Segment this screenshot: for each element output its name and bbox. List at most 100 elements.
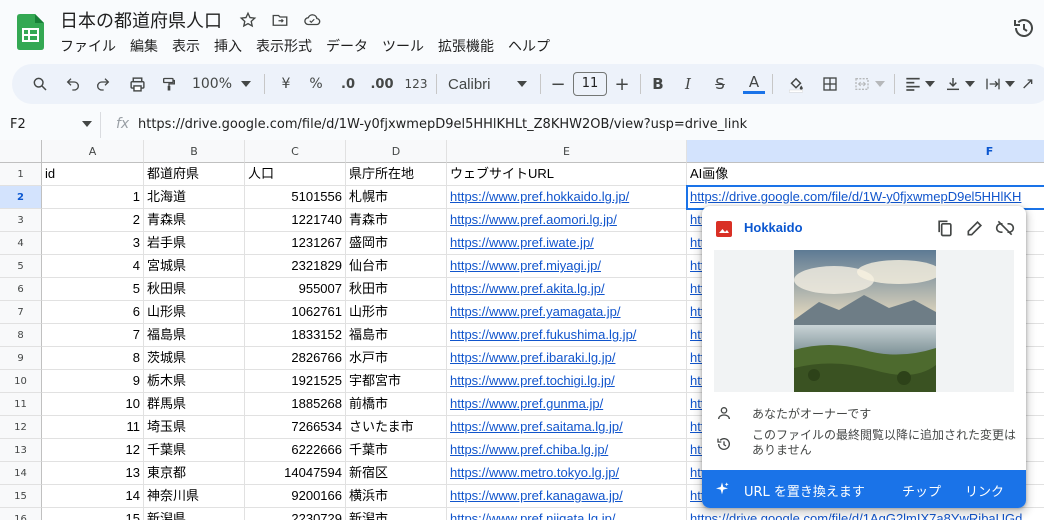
row-header[interactable]: 15 <box>0 485 42 508</box>
increase-font-size-button[interactable]: + <box>612 64 632 104</box>
header-cell[interactable]: 県庁所在地 <box>346 163 447 186</box>
currency-format-button[interactable]: ¥ <box>276 64 296 104</box>
table-cell[interactable]: 6 <box>42 301 144 324</box>
table-cell[interactable]: 8 <box>42 347 144 370</box>
menu-file[interactable]: ファイル <box>60 36 123 56</box>
select-all-corner[interactable] <box>0 140 42 163</box>
edit-link-icon[interactable] <box>965 218 985 238</box>
row-header[interactable]: 3 <box>0 209 42 232</box>
link-cell[interactable]: https://www.pref.ibaraki.lg.jp/ <box>447 347 687 370</box>
table-cell[interactable]: 2230729 <box>245 508 346 520</box>
table-cell[interactable]: 1221740 <box>245 209 346 232</box>
table-cell[interactable]: 14 <box>42 485 144 508</box>
row-header[interactable]: 9 <box>0 347 42 370</box>
table-cell[interactable]: 6222666 <box>245 439 346 462</box>
text-rotation-icon[interactable] <box>1018 64 1040 104</box>
menu-edit[interactable]: 編集 <box>130 36 165 56</box>
link-cell[interactable]: https://www.pref.iwate.jp/ <box>447 232 687 255</box>
link-cell[interactable]: https://www.pref.miyagi.jp/ <box>447 255 687 278</box>
table-cell[interactable]: 秋田県 <box>144 278 245 301</box>
table-cell[interactable]: 山形市 <box>346 301 447 324</box>
link-cell[interactable]: https://www.pref.kanagawa.jp/ <box>447 485 687 508</box>
vertical-align-icon[interactable] <box>942 64 964 104</box>
table-cell[interactable]: 9200166 <box>245 485 346 508</box>
table-cell[interactable]: 札幌市 <box>346 186 447 209</box>
horizontal-align-icon[interactable] <box>902 64 924 104</box>
menu-tools[interactable]: ツール <box>382 36 431 56</box>
link-button[interactable]: リンク <box>965 481 1004 500</box>
table-cell[interactable]: 1833152 <box>245 324 346 347</box>
bold-button[interactable]: B <box>648 64 668 104</box>
menu-help[interactable]: ヘルプ <box>508 36 557 56</box>
link-cell[interactable]: https://www.pref.hokkaido.lg.jp/ <box>447 186 687 209</box>
formula-input[interactable]: https://drive.google.com/file/d/1W-y0fjx… <box>138 117 747 132</box>
table-cell[interactable]: 水戸市 <box>346 347 447 370</box>
table-cell[interactable]: 5101556 <box>245 186 346 209</box>
table-cell[interactable]: さいたま市 <box>346 416 447 439</box>
table-cell[interactable]: 2826766 <box>245 347 346 370</box>
table-cell[interactable]: 宇都宮市 <box>346 370 447 393</box>
table-cell[interactable]: 千葉市 <box>346 439 447 462</box>
copy-link-icon[interactable] <box>935 218 955 238</box>
name-box[interactable]: F2 <box>10 117 26 132</box>
chevron-down-icon[interactable] <box>924 64 936 104</box>
table-cell[interactable]: 2 <box>42 209 144 232</box>
table-cell[interactable]: 群馬県 <box>144 393 245 416</box>
column-header-f[interactable]: F <box>687 140 1044 163</box>
strikethrough-button[interactable]: S <box>710 64 730 104</box>
row-header[interactable]: 14 <box>0 462 42 485</box>
borders-icon[interactable] <box>818 64 842 104</box>
row-header[interactable]: 1 <box>0 163 42 186</box>
table-cell[interactable]: 盛岡市 <box>346 232 447 255</box>
row-header[interactable]: 10 <box>0 370 42 393</box>
row-header[interactable]: 11 <box>0 393 42 416</box>
column-header-b[interactable]: B <box>144 140 245 163</box>
percent-format-button[interactable]: % <box>306 64 326 104</box>
menu-extensions[interactable]: 拡張機能 <box>438 36 501 56</box>
link-cell[interactable]: https://drive.google.com/file/d/1AgG2lmI… <box>687 508 1044 520</box>
table-cell[interactable]: 新潟市 <box>346 508 447 520</box>
column-header-d[interactable]: D <box>346 140 447 163</box>
header-cell[interactable]: id <box>42 163 144 186</box>
table-cell[interactable]: 9 <box>42 370 144 393</box>
header-cell[interactable]: AI画像 <box>687 163 1044 186</box>
chevron-down-icon[interactable] <box>516 64 528 104</box>
star-icon[interactable] <box>238 10 258 30</box>
table-cell[interactable]: 4 <box>42 255 144 278</box>
table-cell[interactable]: 3 <box>42 232 144 255</box>
header-cell[interactable]: 都道府県 <box>144 163 245 186</box>
table-cell[interactable]: 秋田市 <box>346 278 447 301</box>
row-header[interactable]: 2 <box>0 186 42 209</box>
table-cell[interactable]: 新宿区 <box>346 462 447 485</box>
table-cell[interactable]: 12 <box>42 439 144 462</box>
font-select[interactable]: Calibri <box>448 64 518 104</box>
row-header[interactable]: 12 <box>0 416 42 439</box>
cloud-saved-icon[interactable] <box>302 10 322 30</box>
table-cell[interactable]: 福島県 <box>144 324 245 347</box>
increase-decimal-button[interactable]: .00 <box>368 64 396 104</box>
link-cell[interactable]: https://www.pref.gunma.jp/ <box>447 393 687 416</box>
menu-insert[interactable]: 挿入 <box>214 36 249 56</box>
link-cell[interactable]: https://www.pref.chiba.lg.jp/ <box>447 439 687 462</box>
text-wrapping-icon[interactable] <box>982 64 1004 104</box>
table-cell[interactable]: 福島市 <box>346 324 447 347</box>
table-cell[interactable]: 14047594 <box>245 462 346 485</box>
link-cell[interactable]: https://www.metro.tokyo.lg.jp/ <box>447 462 687 485</box>
link-cell[interactable]: https://www.pref.yamagata.jp/ <box>447 301 687 324</box>
chip-button[interactable]: チップ <box>902 481 941 500</box>
chevron-down-icon[interactable] <box>874 64 886 104</box>
undo-icon[interactable] <box>60 64 86 104</box>
font-size-input[interactable]: 11 <box>573 72 607 96</box>
table-cell[interactable]: 1231267 <box>245 232 346 255</box>
table-cell[interactable]: 1921525 <box>245 370 346 393</box>
more-formats-button[interactable]: 123 <box>404 64 428 104</box>
table-cell[interactable]: 1885268 <box>245 393 346 416</box>
table-cell[interactable]: 前橋市 <box>346 393 447 416</box>
table-cell[interactable]: 茨城県 <box>144 347 245 370</box>
table-cell[interactable]: 神奈川県 <box>144 485 245 508</box>
row-header[interactable]: 16 <box>0 508 42 520</box>
card-file-title[interactable]: Hokkaido <box>744 220 803 235</box>
text-color-button[interactable]: A <box>742 64 766 104</box>
column-header-a[interactable]: A <box>42 140 144 163</box>
table-cell[interactable]: 宮城県 <box>144 255 245 278</box>
